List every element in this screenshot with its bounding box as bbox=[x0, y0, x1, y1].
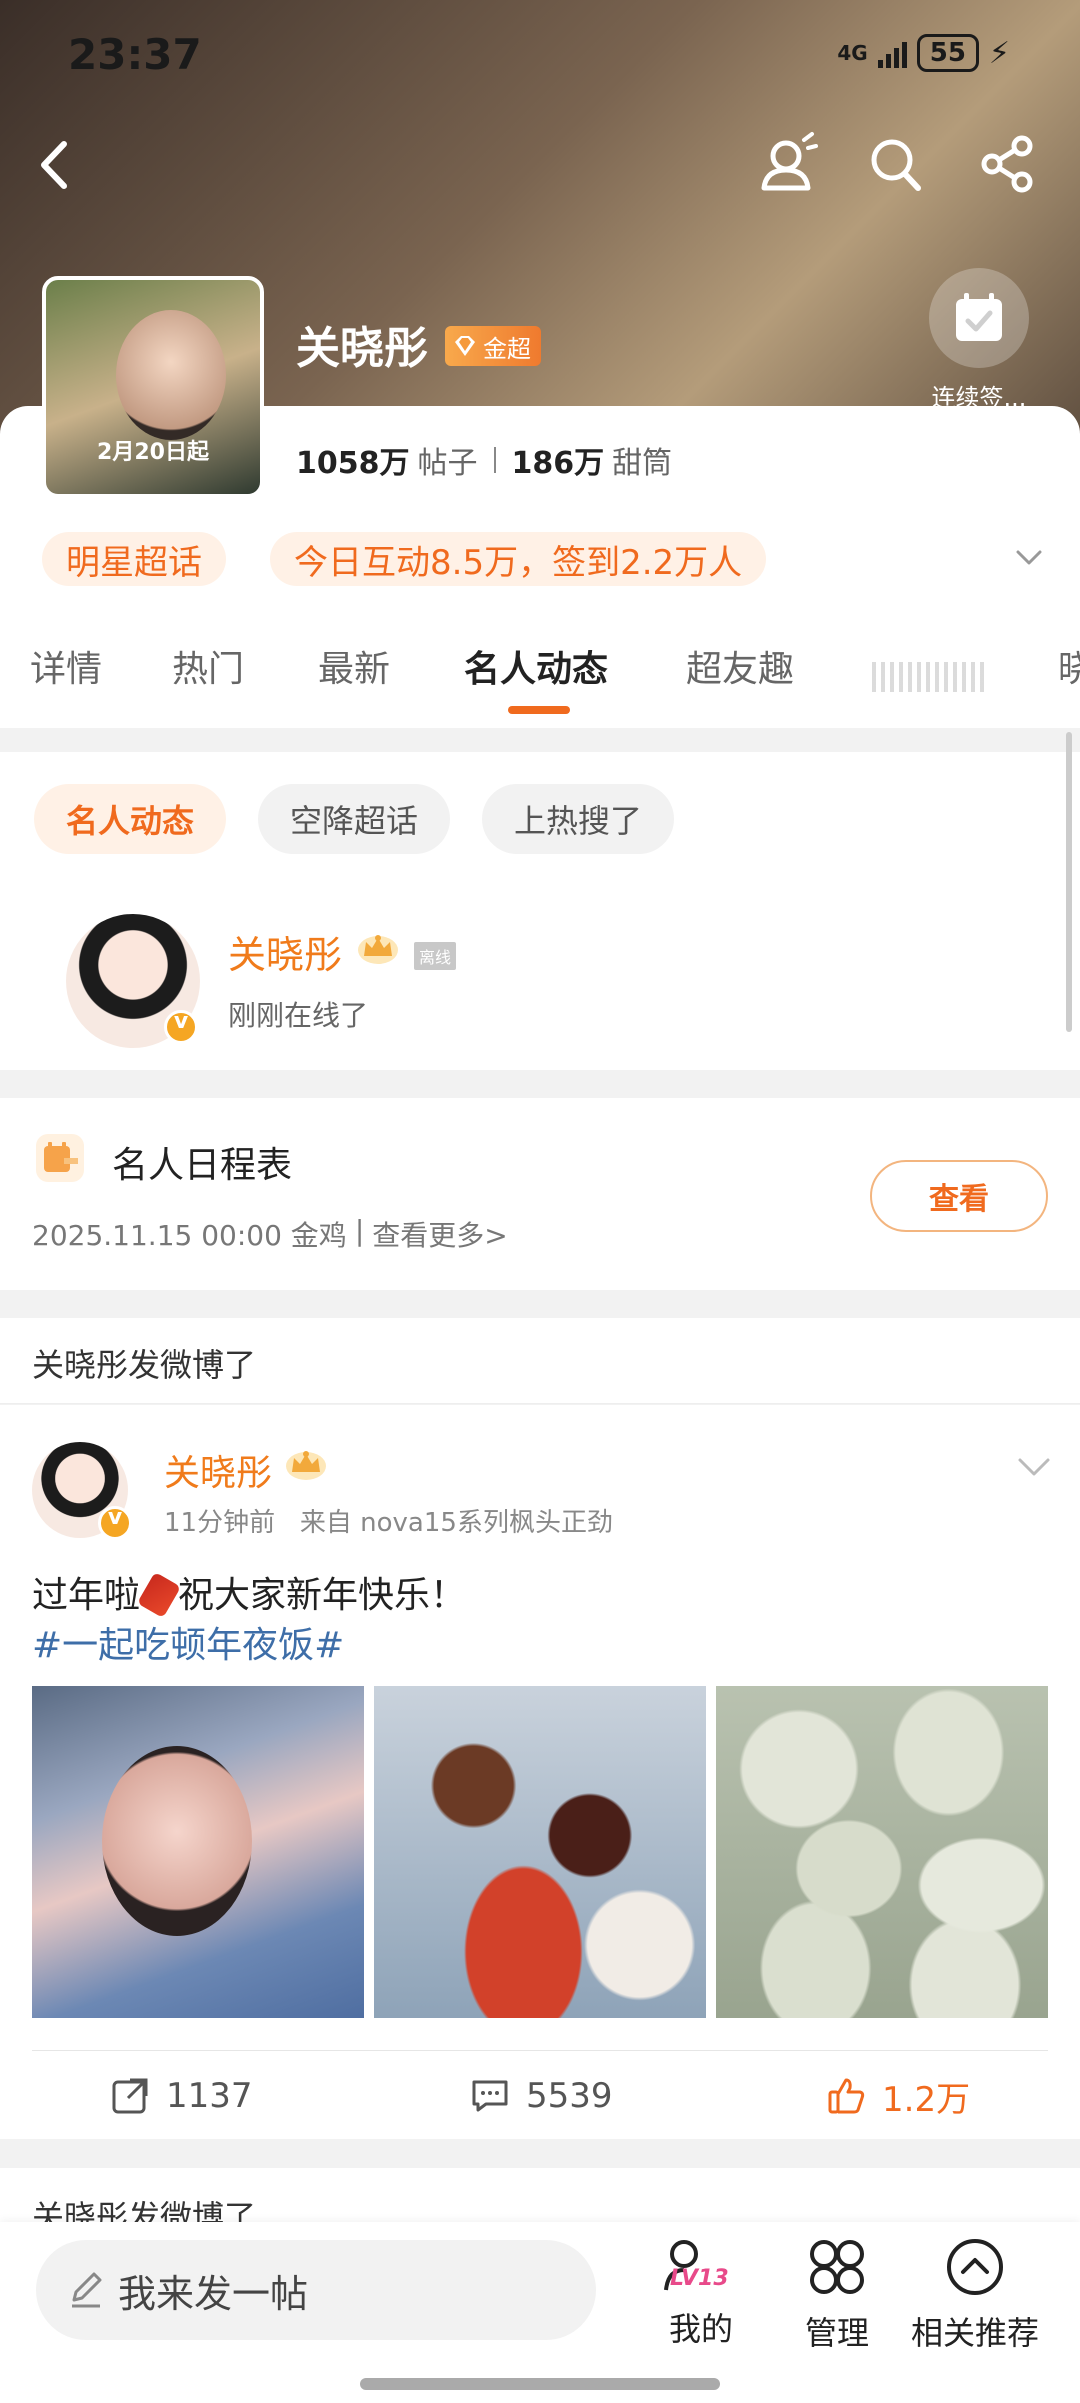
nav-related[interactable]: 相关推荐 bbox=[900, 2236, 1050, 2354]
firecracker-emoji-icon bbox=[137, 1571, 182, 1619]
tab-fun[interactable]: 超友趣 bbox=[686, 640, 794, 692]
cover-portrait bbox=[116, 310, 226, 440]
like-count: 1.2万 bbox=[882, 2079, 971, 2120]
signal-icon bbox=[877, 38, 907, 68]
selfie-face bbox=[102, 1746, 252, 1936]
today-activity-chip[interactable]: 今日互动8.5万，签到2.2万人 bbox=[270, 532, 767, 586]
schedule-date: 2025.11.15 00:00 金鸡 bbox=[32, 1219, 347, 1252]
compose-post-button[interactable]: 我来发一帖 bbox=[36, 2240, 596, 2340]
topic-title: 关晓彤 bbox=[296, 323, 428, 374]
schedule-meta: 2025.11.15 00:00 金鸡 | 查看更多> bbox=[32, 1214, 508, 1254]
battery-level: 55 bbox=[916, 34, 979, 72]
verified-badge-icon bbox=[164, 1009, 198, 1044]
follow-people-icon[interactable] bbox=[756, 130, 820, 200]
repost-count: 1137 bbox=[166, 2076, 253, 2116]
topic-stats: 1058万 帖子 186万 甜筒 bbox=[296, 438, 672, 482]
blurred-tab[interactable] bbox=[872, 662, 986, 692]
system-icons: 4G 55 ⚡ bbox=[837, 34, 1010, 72]
like-button[interactable]: 1.2万 bbox=[826, 2068, 970, 2124]
post-meta: 11分钟前 来自 nova15系列枫头正劲 bbox=[164, 1502, 613, 1539]
repost-button[interactable]: 1137 bbox=[110, 2068, 253, 2124]
repost-icon bbox=[112, 2078, 148, 2114]
share-icon[interactable] bbox=[978, 132, 1038, 196]
charging-icon: ⚡ bbox=[988, 35, 1010, 71]
pencil-icon bbox=[72, 2272, 102, 2308]
post-image-selfie[interactable] bbox=[32, 1686, 364, 2018]
cover-date-text: 2月20日起 bbox=[97, 440, 209, 465]
chevron-up-circle-icon bbox=[947, 2239, 1003, 2295]
badge-label: 金超 bbox=[483, 334, 531, 363]
calendar-check-icon bbox=[929, 268, 1029, 368]
nav-mine[interactable]: LV13 我的 bbox=[626, 2236, 776, 2350]
fans-unit: 甜筒 bbox=[612, 446, 673, 481]
nav-manage-label: 管理 bbox=[804, 2314, 869, 2352]
stats-divider bbox=[493, 447, 496, 473]
posts-unit: 帖子 bbox=[417, 446, 478, 481]
crown-icon bbox=[358, 935, 398, 964]
post-menu-chevron-icon[interactable] bbox=[1016, 1452, 1052, 1482]
schedule-icon bbox=[36, 1134, 84, 1182]
schedule-separator: | bbox=[354, 1214, 365, 1247]
post-source[interactable]: 来自 nova15系列枫头正劲 bbox=[300, 1508, 613, 1538]
tab-celebrity-feed[interactable]: 名人动态 bbox=[464, 640, 608, 692]
filter-celebrity-feed[interactable]: 名人动态 bbox=[34, 784, 227, 854]
compose-placeholder: 我来发一帖 bbox=[118, 2271, 309, 2316]
post-section-header: 关晓彤发微博了 bbox=[0, 1318, 1080, 1404]
view-schedule-button[interactable]: 查看 bbox=[870, 1160, 1048, 1232]
thumbs-up-icon bbox=[828, 2078, 865, 2114]
diamond-icon bbox=[455, 336, 475, 356]
topic-cover-image[interactable]: 2月20日起 bbox=[42, 276, 264, 498]
fans-count: 186万 bbox=[511, 446, 605, 481]
nav-related-label: 相关推荐 bbox=[910, 2314, 1039, 2352]
verified-badge-icon bbox=[98, 1505, 132, 1540]
level-label: LV13 bbox=[670, 2266, 729, 2291]
post-author-name[interactable]: 关晓彤 bbox=[164, 1444, 272, 1496]
nav-manage[interactable]: 管理 bbox=[762, 2236, 912, 2354]
active-tab-indicator bbox=[508, 706, 570, 714]
celebrity-name[interactable]: 关晓彤 bbox=[228, 924, 342, 979]
filter-airdrop[interactable]: 空降超话 bbox=[258, 784, 451, 854]
tab-details[interactable]: 详情 bbox=[30, 640, 102, 692]
status-bar: 23:37 4G 55 ⚡ bbox=[0, 0, 1080, 110]
comment-count: 5539 bbox=[526, 2076, 613, 2116]
post-hashtag[interactable]: #一起吃顿年夜饭# bbox=[32, 1616, 344, 1668]
filter-trending[interactable]: 上热搜了 bbox=[482, 784, 675, 854]
action-divider bbox=[32, 2050, 1048, 2051]
online-status-text: 刚刚在线了 bbox=[228, 999, 369, 1032]
user-level-icon: LV13 bbox=[626, 2236, 776, 2298]
home-indicator[interactable] bbox=[360, 2378, 720, 2390]
post-section-heading: 关晓彤发微博了 bbox=[32, 1346, 257, 1384]
star-topic-chip[interactable]: 明星超话 bbox=[42, 532, 226, 586]
crown-icon bbox=[286, 1451, 326, 1480]
post-image-dinner[interactable] bbox=[374, 1686, 706, 2018]
schedule-title: 名人日程表 bbox=[112, 1145, 293, 1186]
tab-hot[interactable]: 热门 bbox=[172, 640, 244, 692]
post-text-end: 祝大家新年快乐！ bbox=[178, 1575, 467, 1616]
gold-super-badge: 金超 bbox=[445, 326, 541, 366]
back-icon[interactable] bbox=[30, 130, 80, 200]
manage-grid-icon bbox=[810, 2240, 864, 2294]
posts-count: 1058万 bbox=[296, 446, 410, 481]
offline-tag: 离线 bbox=[414, 942, 457, 970]
checkin-label: 连续签... bbox=[931, 384, 1027, 412]
post-time: 11分钟前 bbox=[164, 1508, 276, 1538]
post-image-dumplings[interactable] bbox=[716, 1686, 1048, 2018]
search-icon[interactable] bbox=[866, 132, 926, 196]
schedule-more-link[interactable]: 查看更多> bbox=[372, 1214, 507, 1254]
chevron-down-icon[interactable] bbox=[1012, 540, 1046, 574]
scrollbar[interactable] bbox=[1066, 732, 1072, 1032]
post-text: 过年啦 祝大家新年快乐！ bbox=[32, 1566, 467, 1619]
tab-latest[interactable]: 最新 bbox=[318, 640, 390, 692]
tab-more[interactable]: 晓 bbox=[1058, 640, 1080, 692]
comment-button[interactable]: 5539 bbox=[470, 2068, 613, 2124]
top-nav bbox=[0, 130, 1080, 200]
checkin-button[interactable]: 连续签... bbox=[924, 268, 1034, 413]
post-text-start: 过年啦 bbox=[32, 1575, 141, 1616]
status-time: 23:37 bbox=[68, 30, 202, 79]
nav-mine-label: 我的 bbox=[668, 2310, 733, 2348]
network-type: 4G bbox=[837, 41, 868, 65]
comment-icon bbox=[472, 2080, 508, 2112]
